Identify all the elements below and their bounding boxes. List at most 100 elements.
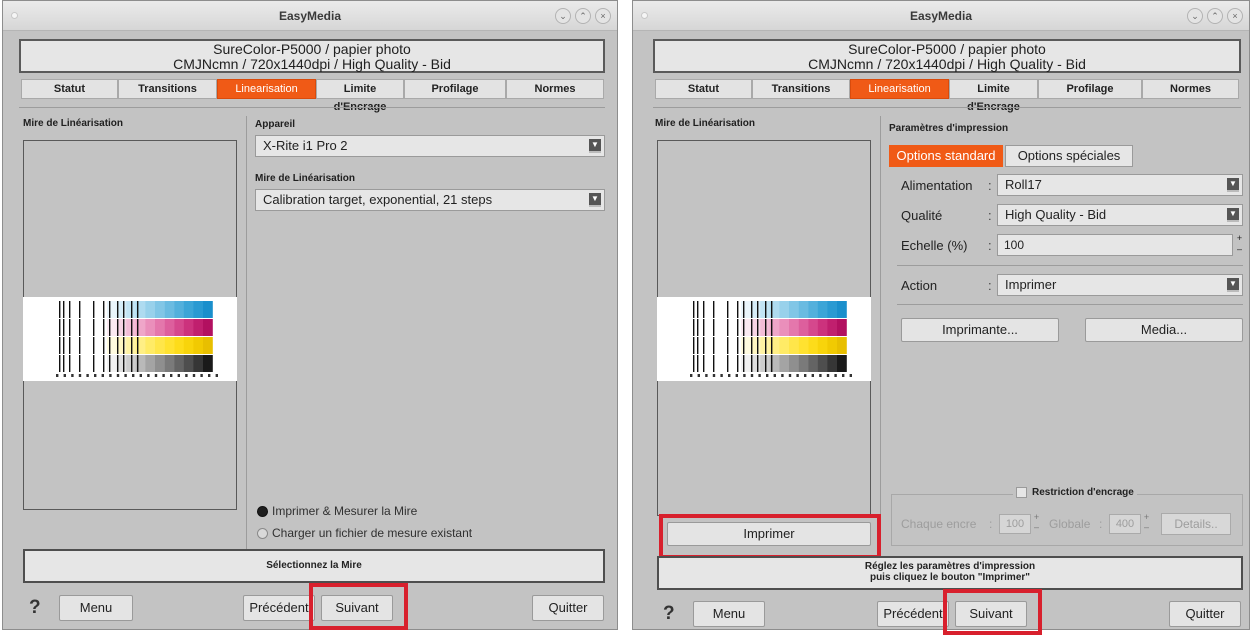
highlight-next-button bbox=[309, 583, 408, 630]
target-line bbox=[63, 301, 65, 318]
dropdown-arrow-icon[interactable]: ▼ bbox=[1227, 278, 1239, 292]
dropdown-arrow-icon[interactable]: ▼ bbox=[1227, 178, 1239, 192]
dropdown-arrow-icon[interactable]: ▼ bbox=[589, 193, 601, 207]
target-line bbox=[93, 319, 95, 336]
dropdown-arrow-icon[interactable]: ▼ bbox=[1227, 208, 1239, 222]
quality-select[interactable]: High Quality - Bid ▼ bbox=[997, 204, 1243, 226]
tab-normes[interactable]: Normes bbox=[506, 79, 604, 99]
target-line bbox=[109, 337, 111, 354]
target-line bbox=[79, 301, 81, 318]
minimize-icon[interactable]: ⌄ bbox=[1187, 8, 1203, 24]
tab-transitions[interactable]: Transitions bbox=[752, 79, 850, 99]
target-line bbox=[727, 355, 729, 372]
help-icon[interactable]: ? bbox=[663, 603, 675, 625]
target-swatch bbox=[741, 319, 751, 336]
target-select[interactable]: Calibration target, exponential, 21 step… bbox=[255, 189, 605, 211]
tab-statut[interactable]: Statut bbox=[655, 79, 752, 99]
tab-profilage[interactable]: Profilage bbox=[1038, 79, 1142, 99]
tab-options-standard[interactable]: Options standard bbox=[889, 145, 1003, 167]
target-line bbox=[697, 337, 699, 354]
title-bar[interactable]: EasyMedia ⌄ ⌃ × bbox=[3, 1, 617, 31]
target-swatch bbox=[193, 355, 204, 372]
target-tick bbox=[781, 374, 784, 377]
ink-restriction-checkbox[interactable] bbox=[1016, 487, 1027, 498]
help-icon[interactable]: ? bbox=[29, 597, 41, 619]
scale-increment-icon[interactable]: + bbox=[1235, 234, 1244, 243]
action-select[interactable]: Imprimer ▼ bbox=[997, 274, 1243, 296]
target-swatch bbox=[827, 301, 838, 318]
target-tick bbox=[78, 374, 82, 377]
each-ink-input[interactable]: 100 bbox=[999, 514, 1031, 534]
feed-select[interactable]: Roll17 ▼ bbox=[997, 174, 1243, 196]
details-button[interactable]: Details.. bbox=[1161, 513, 1231, 535]
tab-limite-encrage[interactable]: Limite d'Encrage bbox=[316, 79, 404, 113]
target-tick bbox=[842, 374, 845, 377]
close-icon[interactable]: × bbox=[595, 8, 611, 24]
tab-statut[interactable]: Statut bbox=[21, 79, 118, 99]
target-line bbox=[713, 301, 715, 318]
printer-config: CMJNcmn / 720x1440dpi / High Quality - B… bbox=[808, 56, 1086, 72]
tab-transitions[interactable]: Transitions bbox=[118, 79, 217, 99]
printer-button[interactable]: Imprimante... bbox=[901, 318, 1059, 342]
tab-limite-encrage[interactable]: Limite d'Encrage bbox=[949, 79, 1038, 113]
target-line bbox=[63, 319, 65, 336]
previous-button[interactable]: Précédent bbox=[877, 601, 949, 627]
target-tick bbox=[154, 374, 158, 377]
each-ink-decrement-icon[interactable]: – bbox=[1032, 523, 1041, 532]
target-swatch bbox=[789, 355, 799, 372]
target-swatch bbox=[837, 319, 847, 336]
quit-button[interactable]: Quitter bbox=[1169, 601, 1241, 627]
close-icon[interactable]: × bbox=[1227, 8, 1243, 24]
target-swatch bbox=[817, 319, 828, 336]
target-tick bbox=[796, 374, 799, 377]
scale-decrement-icon[interactable]: – bbox=[1235, 245, 1244, 254]
tab-profilage[interactable]: Profilage bbox=[404, 79, 506, 99]
target-line bbox=[123, 319, 125, 336]
target-line bbox=[737, 355, 739, 372]
radio-unselected-icon[interactable] bbox=[257, 527, 268, 539]
global-increment-icon[interactable]: + bbox=[1142, 513, 1151, 522]
target-line bbox=[697, 301, 699, 318]
easymedia-window-right: EasyMedia ⌄ ⌃ × SureColor-P5000 / papier… bbox=[632, 0, 1250, 635]
tab-normes[interactable]: Normes bbox=[1142, 79, 1239, 99]
target-tick bbox=[132, 374, 135, 377]
radio-selected-icon[interactable] bbox=[257, 505, 268, 517]
radio-load-label: Charger un fichier de mesure existant bbox=[272, 526, 473, 540]
status-message: Sélectionnez la Mire bbox=[23, 549, 605, 583]
scale-input[interactable]: 100 bbox=[997, 234, 1233, 256]
each-ink-label: Chaque encre bbox=[901, 517, 977, 531]
target-tick bbox=[849, 374, 852, 377]
global-input[interactable]: 400 bbox=[1109, 514, 1141, 534]
target-label: Mire de Linéarisation bbox=[255, 173, 356, 184]
target-swatch bbox=[827, 355, 838, 372]
radio-load-file[interactable]: Charger un fichier de mesure existant bbox=[257, 526, 472, 540]
menu-button[interactable]: Menu bbox=[59, 595, 133, 621]
target-swatch bbox=[203, 337, 213, 354]
target-line bbox=[737, 319, 739, 336]
device-select[interactable]: X-Rite i1 Pro 2 ▼ bbox=[255, 135, 605, 157]
target-tick bbox=[773, 374, 776, 377]
each-ink-increment-icon[interactable]: + bbox=[1032, 513, 1041, 522]
media-button[interactable]: Media... bbox=[1085, 318, 1243, 342]
target-line bbox=[137, 319, 139, 336]
target-swatch bbox=[779, 301, 790, 318]
tab-options-special[interactable]: Options spéciales bbox=[1005, 145, 1133, 167]
target-line bbox=[693, 319, 695, 336]
maximize-icon[interactable]: ⌃ bbox=[575, 8, 591, 24]
tab-linearisation[interactable]: Linearisation bbox=[217, 79, 316, 99]
target-swatch bbox=[798, 301, 809, 318]
tab-linearisation[interactable]: Linearisation bbox=[850, 79, 949, 99]
previous-button[interactable]: Précédent bbox=[243, 595, 315, 621]
title-bar[interactable]: EasyMedia ⌄ ⌃ × bbox=[633, 1, 1249, 31]
colon: : bbox=[989, 517, 993, 531]
minimize-icon[interactable]: ⌄ bbox=[555, 8, 571, 24]
radio-print-measure[interactable]: Imprimer & Mesurer la Mire bbox=[257, 504, 417, 518]
target-line bbox=[123, 337, 125, 354]
quit-button[interactable]: Quitter bbox=[532, 595, 604, 621]
print-params-label: Paramètres d'impression bbox=[889, 123, 1009, 134]
target-line bbox=[63, 355, 65, 372]
dropdown-arrow-icon[interactable]: ▼ bbox=[589, 139, 601, 153]
menu-button[interactable]: Menu bbox=[693, 601, 765, 627]
maximize-icon[interactable]: ⌃ bbox=[1207, 8, 1223, 24]
global-decrement-icon[interactable]: – bbox=[1142, 523, 1151, 532]
